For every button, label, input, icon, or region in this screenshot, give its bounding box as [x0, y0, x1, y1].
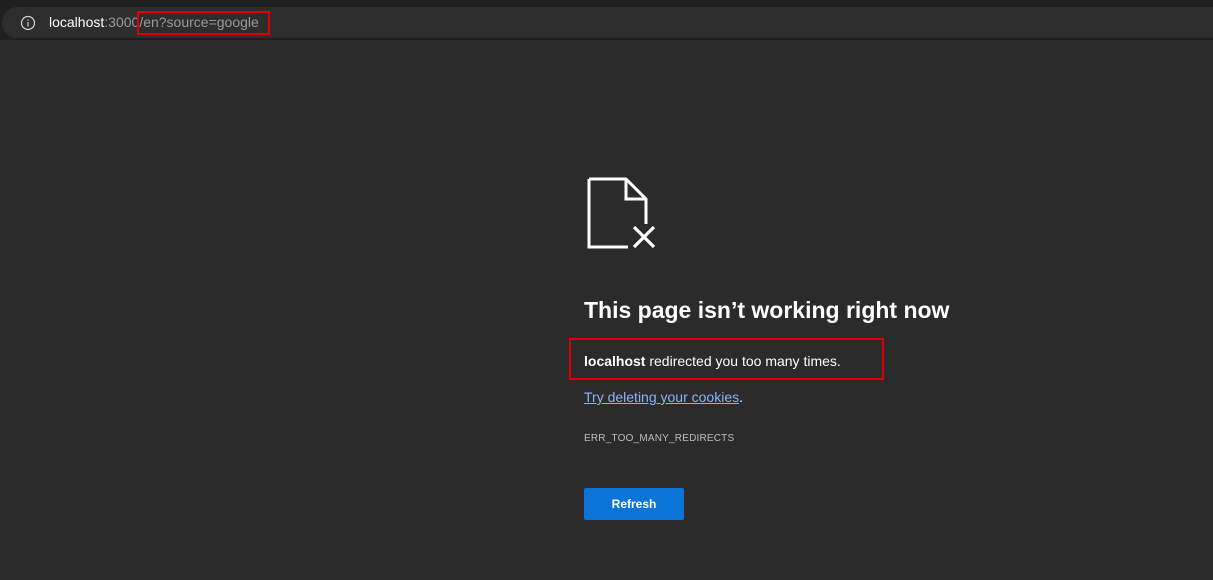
browser-toolbar: localhost:3000/en?source=google: [0, 0, 1213, 40]
refresh-button[interactable]: Refresh: [584, 488, 684, 520]
error-message-highlight-box: [569, 338, 884, 380]
error-code: ERR_TOO_MANY_REDIRECTS: [584, 433, 735, 444]
address-bar[interactable]: localhost:3000/en?source=google: [2, 7, 1213, 38]
suggestion: Try deleting your cookies.: [584, 389, 743, 405]
document-error-icon: [586, 176, 658, 252]
url-port: :3000: [104, 14, 140, 30]
info-icon[interactable]: [20, 15, 36, 31]
url-host: localhost: [49, 14, 105, 30]
delete-cookies-link[interactable]: Try deleting your cookies: [584, 389, 739, 405]
error-headline: This page isn’t working right now: [584, 297, 950, 323]
url-path-highlight-box: [137, 11, 270, 35]
suggestion-suffix: .: [739, 389, 743, 405]
